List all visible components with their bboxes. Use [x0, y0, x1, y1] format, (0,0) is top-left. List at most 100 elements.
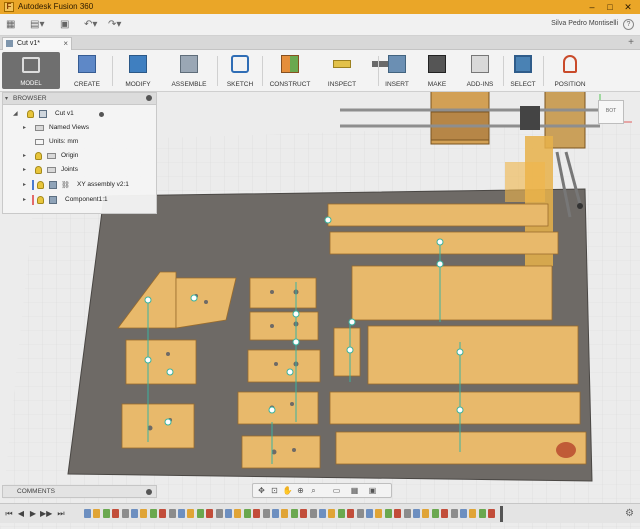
timeline-feature-icon[interactable]	[366, 509, 373, 518]
browser-node-units[interactable]: Units: mm	[3, 136, 156, 148]
fit-icon[interactable]: ⌕	[308, 486, 319, 496]
orbit-icon[interactable]: ✥	[256, 486, 267, 496]
part-holed-plate[interactable]	[249, 311, 319, 341]
timeline-feature-icon[interactable]	[168, 509, 176, 518]
sketch-menu[interactable]: SKETCH	[222, 52, 258, 89]
part-panel[interactable]	[367, 325, 579, 385]
timeline-feature-icon[interactable]	[215, 509, 223, 518]
timeline-feature-icon[interactable]	[93, 509, 101, 518]
timeline-feature-icon[interactable]	[290, 509, 298, 518]
tab-cut-v1[interactable]: Cut v1* ×	[2, 37, 72, 50]
timeline-feature-icon[interactable]	[243, 509, 251, 518]
position-menu[interactable]: POSITION	[552, 52, 588, 89]
viewports-icon[interactable]: ▣	[367, 486, 378, 496]
browser-node-joints[interactable]: ▸ Joints	[3, 164, 156, 176]
expand-icon[interactable]: ◢	[13, 110, 18, 117]
timeline-feature-icon[interactable]	[225, 509, 232, 518]
part-holed-plate[interactable]	[241, 435, 321, 469]
browser-header[interactable]: ▾ BROWSER	[3, 93, 156, 105]
file-menu-icon[interactable]: ▤▾	[30, 19, 44, 31]
timeline-feature-icon[interactable]	[422, 509, 430, 518]
timeline-feature-icon[interactable]	[328, 509, 336, 518]
step-back-icon[interactable]: ◀	[16, 508, 26, 519]
part-panel[interactable]	[351, 265, 553, 321]
timeline-feature-icon[interactable]	[102, 509, 110, 518]
timeline-feature-icon[interactable]	[403, 509, 411, 518]
timeline-feature-icon[interactable]	[300, 509, 308, 518]
part-holed-plate[interactable]	[121, 403, 195, 449]
timeline-feature-icon[interactable]	[337, 509, 345, 518]
browser-node-xy-assembly[interactable]: ▸ ⛓ XY assembly v2:1	[3, 179, 156, 191]
visibility-bulb-icon[interactable]	[37, 196, 44, 204]
help-icon[interactable]: ?	[623, 19, 634, 30]
timeline-feature-icon[interactable]	[394, 509, 402, 518]
part-small-block[interactable]	[333, 327, 361, 377]
timeline-feature-icon[interactable]	[469, 509, 477, 518]
gear-icon[interactable]: ⚙	[625, 508, 634, 519]
timeline-feature-icon[interactable]	[441, 509, 449, 518]
expand-icon[interactable]: ▸	[23, 124, 26, 131]
close-icon[interactable]: ✕	[622, 1, 634, 13]
go-to-end-icon[interactable]: ⏭	[56, 508, 66, 519]
minimize-icon[interactable]: –	[586, 1, 598, 13]
browser-node-root[interactable]: ◢ Cut v1	[3, 108, 156, 120]
zoom-icon[interactable]: ⊕	[295, 486, 306, 496]
inspect-menu[interactable]: INSPECT	[322, 52, 362, 89]
browser-node-component1[interactable]: ▸ Component1:1	[3, 194, 156, 206]
user-name[interactable]: Silva Pedro Montiselli	[551, 20, 618, 27]
save-icon[interactable]: ▣	[60, 19, 69, 31]
expand-icon[interactable]: ▸	[23, 152, 26, 159]
collapse-icon[interactable]: ▾	[5, 95, 8, 102]
timeline-feature-icon[interactable]	[253, 509, 261, 518]
timeline-feature-icon[interactable]	[478, 509, 486, 518]
timeline-feature-icon[interactable]	[356, 509, 364, 518]
view-cube[interactable]: BOT	[598, 100, 624, 124]
display-settings-icon[interactable]: ▭	[331, 486, 342, 496]
redo-icon[interactable]: ↷▾	[108, 19, 121, 31]
undo-icon[interactable]: ↶▾	[84, 19, 97, 31]
maximize-icon[interactable]: □	[604, 1, 616, 13]
make-menu[interactable]: MAKE	[424, 52, 450, 89]
visibility-bulb-icon[interactable]	[27, 110, 34, 118]
expand-icon[interactable]: ▸	[23, 181, 26, 188]
expand-icon[interactable]: ▸	[23, 166, 26, 173]
pin-icon[interactable]	[146, 95, 152, 101]
look-at-icon[interactable]: ⊡	[269, 486, 280, 496]
create-menu[interactable]: CREATE	[64, 52, 110, 89]
part-long-strip[interactable]	[329, 231, 559, 255]
visibility-bulb-icon[interactable]	[35, 152, 42, 160]
part-holed-plate[interactable]	[125, 339, 197, 385]
timeline-feature-icon[interactable]	[178, 509, 185, 518]
part-holed-plate[interactable]	[249, 277, 317, 309]
timeline-feature-icon[interactable]	[234, 509, 242, 518]
insert-menu[interactable]: INSERT	[382, 52, 412, 89]
timeline-feature-icon[interactable]	[488, 509, 496, 518]
timeline-feature-icon[interactable]	[319, 509, 326, 518]
timeline-feature-icon[interactable]	[450, 509, 458, 518]
part-long-strip[interactable]	[327, 203, 549, 227]
timeline-feature-icon[interactable]	[272, 509, 279, 518]
select-menu[interactable]: SELECT	[508, 52, 538, 89]
timeline-feature-icon[interactable]	[431, 509, 439, 518]
workspace-switcher[interactable]: MODEL	[2, 52, 60, 89]
expand-icon[interactable]: ▸	[23, 196, 26, 203]
timeline-feature-icon[interactable]	[384, 509, 392, 518]
timeline-feature-icon[interactable]	[131, 509, 138, 518]
part-long-strip[interactable]	[335, 431, 587, 465]
assemble-menu[interactable]: ASSEMBLE	[164, 52, 214, 89]
pan-icon[interactable]: ✋	[282, 486, 293, 496]
part-holed-plate[interactable]	[237, 391, 319, 425]
comments-panel[interactable]: COMMENTS	[2, 485, 157, 498]
timeline-feature-icon[interactable]	[196, 509, 204, 518]
browser-node-named-views[interactable]: ▸ Named Views	[3, 122, 156, 134]
timeline-feature-icon[interactable]	[84, 509, 91, 518]
play-icon[interactable]: ▶	[28, 508, 38, 519]
visibility-bulb-icon[interactable]	[35, 166, 42, 174]
grid-settings-icon[interactable]: ▦	[349, 486, 360, 496]
timeline-feature-icon[interactable]	[206, 509, 214, 518]
timeline-feature-icon[interactable]	[121, 509, 129, 518]
timeline-feature-icon[interactable]	[262, 509, 270, 518]
timeline-feature-icon[interactable]	[187, 509, 195, 518]
part-holed-plate[interactable]	[247, 349, 321, 383]
timeline-feature-icon[interactable]	[375, 509, 383, 518]
